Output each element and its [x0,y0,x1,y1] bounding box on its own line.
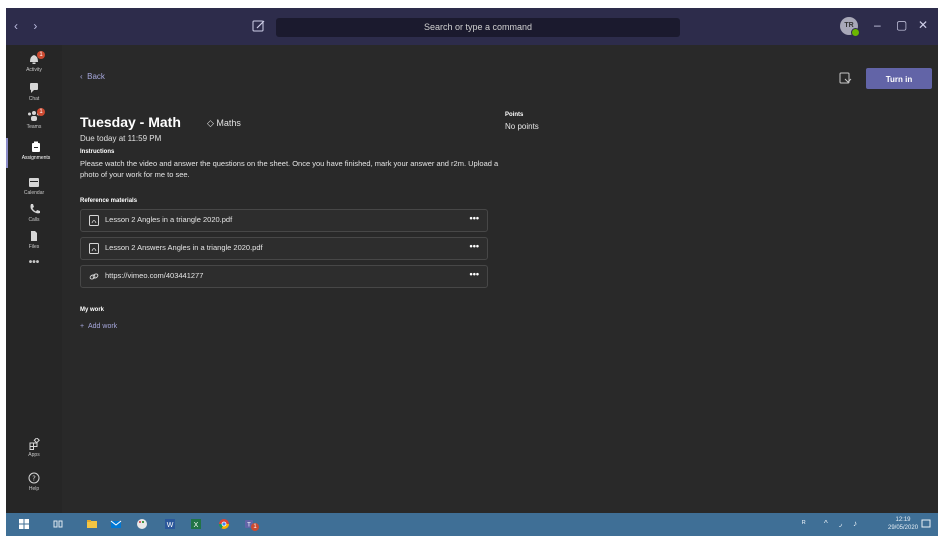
rail-item-apps[interactable]: Apps [6,438,62,458]
back-button[interactable]: ‹ Back [80,72,105,81]
compose-icon[interactable] [252,19,266,33]
reference-item[interactable]: https://vimeo.com/403441277 ••• [80,265,488,288]
points-value: No points [505,122,539,131]
back-forward-arrows[interactable]: ‹ › [14,19,43,33]
taskbar-clock[interactable]: 12:19 29/05/2020 [888,516,918,532]
immersive-reader-icon[interactable] [839,72,852,85]
rail-item-help[interactable]: ? Help [6,472,62,492]
title-bar: ‹ › Search or type a command TR – ▢ ✕ [6,8,938,45]
due-date: Due today at 11:59 PM [80,134,162,143]
plus-icon: + [80,323,88,330]
phone-icon [30,204,40,214]
close-button[interactable]: ✕ [918,18,928,32]
more-options-button[interactable]: ••• [470,241,479,251]
more-options-button[interactable]: ••• [470,269,479,279]
category-tag: ◇ Maths [207,118,241,128]
paint-icon[interactable] [136,518,148,530]
rail-item-assignments[interactable]: Assignments [6,138,64,168]
svg-text:?: ? [32,475,36,483]
teams-badge: 1 [37,108,45,116]
add-work-button[interactable]: + Add work [80,323,117,330]
assignment-detail: ‹ Back Turn in Tuesday - Math ◇ Maths Du… [62,45,938,513]
reference-name: Lesson 2 Angles in a triangle 2020.pdf [105,215,233,224]
activity-badge: 1 [37,51,45,59]
rail-item-calendar[interactable]: Calendar [6,176,62,196]
windows-taskbar: W X T 1 ᴿ ^ ◞ ♪ 12:19 29/05/2020 [6,513,938,536]
maximize-button[interactable]: ▢ [896,18,907,32]
windows-start-icon[interactable] [18,518,30,530]
apps-icon [29,438,40,450]
presence-status-icon [851,28,860,37]
people-icon[interactable]: ᴿ [802,519,806,528]
task-view-icon[interactable] [52,518,64,530]
wifi-icon[interactable]: ◞ [839,519,842,528]
teams-window: ‹ › Search or type a command TR – ▢ ✕ Ac… [6,8,938,536]
instructions-text: Please watch the video and answer the qu… [80,159,499,179]
files-icon [31,231,37,241]
turn-in-button[interactable]: Turn in [866,68,932,89]
reference-item[interactable]: Lesson 2 Angles in a triangle 2020.pdf •… [80,209,488,232]
excel-icon[interactable]: X [190,518,202,530]
reference-materials-heading: Reference materials [80,198,138,204]
tag-icon: ◇ [207,118,217,128]
notifications-icon[interactable] [920,518,932,530]
teams-taskbar-badge: 1 [251,523,259,531]
app-rail: Activity 1 Chat Teams 1 Assignments Cale… [6,45,62,513]
rail-item-calls[interactable]: Calls [6,203,62,223]
mail-icon[interactable] [110,518,122,530]
chrome-icon[interactable] [218,518,230,530]
search-input[interactable]: Search or type a command [276,18,680,37]
svg-text:W: W [167,522,174,529]
more-options-button[interactable]: ••• [470,213,479,223]
pdf-icon [89,215,99,226]
more-apps-button[interactable]: ••• [6,257,62,268]
word-icon[interactable]: W [164,518,176,530]
minimize-button[interactable]: – [874,18,881,32]
chat-icon [30,83,38,93]
link-icon [89,273,99,280]
rail-item-activity[interactable]: Activity 1 [6,51,62,73]
chevron-up-icon[interactable]: ^ [824,519,828,528]
page-title: Tuesday - Math [80,114,181,130]
rail-item-teams[interactable]: Teams 1 [6,108,62,130]
my-work-heading: My work [80,307,105,313]
volume-icon[interactable]: ♪ [853,519,857,528]
instructions-heading: Instructions [80,149,115,155]
rail-item-files[interactable]: Files [6,230,62,250]
file-explorer-icon[interactable] [86,518,98,530]
points-heading: Points [505,112,524,118]
assignments-icon [32,141,40,152]
rail-item-chat[interactable]: Chat [6,82,62,102]
reference-name: Lesson 2 Answers Angles in a triangle 20… [105,243,263,252]
reference-link: https://vimeo.com/403441277 [105,271,204,280]
svg-text:X: X [194,522,199,529]
calendar-icon [29,178,39,187]
pdf-icon [89,243,99,254]
reference-item[interactable]: Lesson 2 Answers Angles in a triangle 20… [80,237,488,260]
help-icon: ? [28,472,40,484]
